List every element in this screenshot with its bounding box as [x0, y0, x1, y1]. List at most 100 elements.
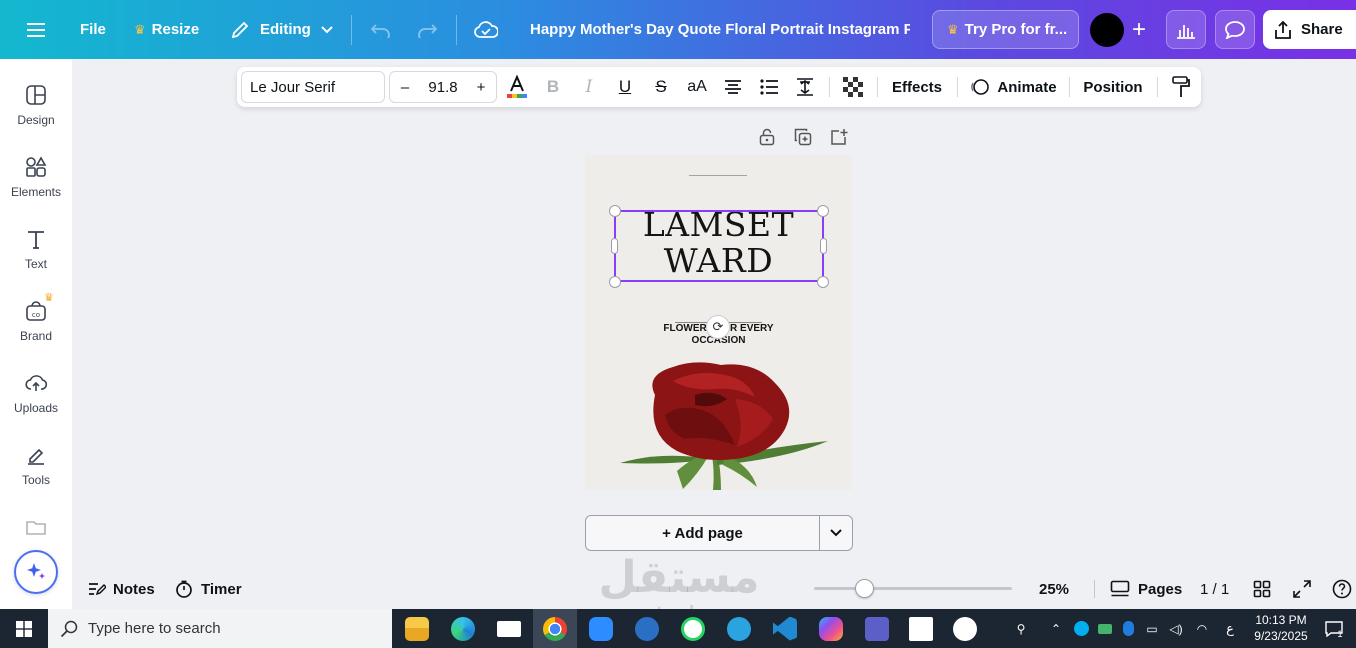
start-button[interactable]	[0, 609, 48, 648]
save-status-button[interactable]	[474, 0, 498, 59]
mountain-app-icon	[953, 616, 977, 641]
sidebar-item-text[interactable]: Text	[0, 225, 72, 289]
people-icon[interactable]: ⚲	[1010, 609, 1032, 648]
folder-icon	[24, 515, 48, 539]
crown-icon: ♛	[134, 21, 146, 37]
sidebar-item-uploads[interactable]: Uploads	[0, 369, 72, 433]
avatar[interactable]	[1088, 11, 1126, 49]
resize-handle-bottom-left[interactable]	[609, 276, 621, 288]
language-indicator[interactable]: ع	[1220, 609, 1240, 648]
align-button[interactable]	[721, 71, 745, 103]
comments-button[interactable]	[1215, 10, 1255, 49]
sidebar-item-brand[interactable]: co ♛ Brand	[0, 292, 72, 361]
sidebar-item-tools[interactable]: Tools	[0, 441, 72, 505]
letter-case-button[interactable]: aA	[683, 71, 711, 103]
network-app-icon[interactable]	[1096, 609, 1114, 648]
taskbar-whatsapp[interactable]	[671, 609, 715, 648]
italic-button[interactable]: I	[577, 71, 601, 103]
sidebar-item-elements[interactable]: Elements	[0, 153, 72, 217]
selection-box[interactable]	[614, 210, 824, 282]
help-button[interactable]	[1332, 575, 1352, 603]
pages-button[interactable]: Pages	[1110, 575, 1182, 603]
taskbar-zoom[interactable]	[579, 609, 623, 648]
strikethrough-button[interactable]: S	[649, 71, 673, 103]
main-menu-button[interactable]	[20, 0, 52, 59]
fullscreen-button[interactable]	[1293, 575, 1311, 603]
taskbar-search-input[interactable]: Type here to search	[48, 609, 392, 648]
zoom-slider[interactable]	[814, 579, 1012, 598]
grid-view-button[interactable]	[1253, 575, 1271, 603]
tray-chevron-up-icon[interactable]: ⌃	[1046, 609, 1066, 648]
resize-handle-left[interactable]	[611, 238, 618, 254]
taskbar-search-app[interactable]	[625, 609, 669, 648]
decrease-font-size-button[interactable]: –	[390, 79, 420, 96]
redo-icon	[418, 23, 438, 38]
file-menu-button[interactable]: File	[80, 0, 106, 59]
bold-button[interactable]: B	[541, 71, 565, 103]
resize-handle-top-right[interactable]	[817, 205, 829, 217]
rose-image[interactable]	[585, 355, 852, 490]
wifi-icon[interactable]: ◠	[1192, 609, 1212, 648]
text-color-button[interactable]	[505, 71, 529, 103]
share-button[interactable]: Share	[1263, 10, 1356, 49]
bluetooth-icon[interactable]	[1120, 609, 1136, 648]
chevron-down-icon	[830, 529, 842, 537]
resize-button[interactable]: ♛ Resize	[134, 0, 199, 59]
taskbar-app[interactable]	[943, 609, 987, 648]
font-family-select[interactable]: Le Jour Serif	[241, 71, 385, 103]
try-pro-button[interactable]: ♛ Try Pro for fr...	[932, 10, 1079, 49]
sidebar-item-design[interactable]: Design	[0, 81, 72, 145]
taskbar-file-explorer[interactable]	[395, 609, 439, 648]
effects-button[interactable]: Effects	[887, 71, 947, 103]
notifications-button[interactable]: 1	[1320, 609, 1348, 648]
whatsapp-icon	[681, 616, 705, 641]
taskbar-clock[interactable]: 10:13 PM 9/23/2025	[1250, 612, 1312, 644]
grid-icon	[1253, 580, 1271, 598]
timer-button[interactable]: Timer	[175, 575, 242, 603]
windows-logo-icon	[16, 620, 32, 637]
battery-icon[interactable]: ▭	[1142, 609, 1162, 648]
text-color-icon	[507, 75, 527, 98]
taskbar-mail[interactable]	[487, 609, 531, 648]
taskbar-edge[interactable]	[441, 609, 485, 648]
editing-mode-button[interactable]: Editing	[230, 0, 333, 59]
zoom-app-icon	[589, 616, 613, 641]
notes-button[interactable]: Notes	[88, 575, 155, 603]
add-page-top-button[interactable]	[829, 127, 849, 147]
document-title[interactable]: Happy Mother's Day Quote Floral Portrait…	[530, 0, 910, 59]
list-button[interactable]	[757, 71, 781, 103]
taskbar-photos[interactable]	[899, 609, 943, 648]
taskbar-teams[interactable]	[855, 609, 899, 648]
spacing-button[interactable]	[793, 71, 817, 103]
redo-button[interactable]	[416, 0, 438, 59]
taskbar-vscode[interactable]	[763, 609, 807, 648]
underline-button[interactable]: U	[613, 71, 637, 103]
skype-icon[interactable]	[1072, 609, 1090, 648]
volume-icon[interactable]: ◁)	[1166, 609, 1186, 648]
lock-page-button[interactable]	[757, 127, 777, 147]
resize-handle-right[interactable]	[820, 238, 827, 254]
copy-style-button[interactable]	[1169, 71, 1193, 103]
taskbar-copilot[interactable]	[809, 609, 853, 648]
zoom-value[interactable]: 25%	[1039, 575, 1069, 603]
zoom-slider-knob[interactable]	[854, 579, 874, 598]
add-collaborator-button[interactable]: +	[1122, 13, 1156, 47]
add-page-dropdown-button[interactable]	[819, 515, 853, 551]
animate-button[interactable]: Animate	[969, 71, 1057, 103]
position-button[interactable]: Position	[1079, 71, 1147, 103]
folder-icon	[405, 616, 429, 641]
undo-button[interactable]	[370, 0, 392, 59]
insights-button[interactable]	[1166, 10, 1206, 49]
resize-handle-top-left[interactable]	[609, 205, 621, 217]
expand-icon	[1293, 580, 1311, 598]
add-page-button[interactable]: + Add page	[585, 515, 820, 551]
rotate-handle[interactable]: ⟳	[706, 315, 730, 339]
resize-handle-bottom-right[interactable]	[817, 276, 829, 288]
magic-assistant-button[interactable]	[14, 550, 58, 594]
duplicate-page-button[interactable]	[793, 127, 813, 147]
font-size-input[interactable]: 91.8	[420, 79, 466, 96]
transparency-button[interactable]	[841, 71, 865, 103]
taskbar-chrome[interactable]	[533, 609, 577, 648]
increase-font-size-button[interactable]: +	[466, 79, 496, 96]
taskbar-telegram[interactable]	[717, 609, 761, 648]
